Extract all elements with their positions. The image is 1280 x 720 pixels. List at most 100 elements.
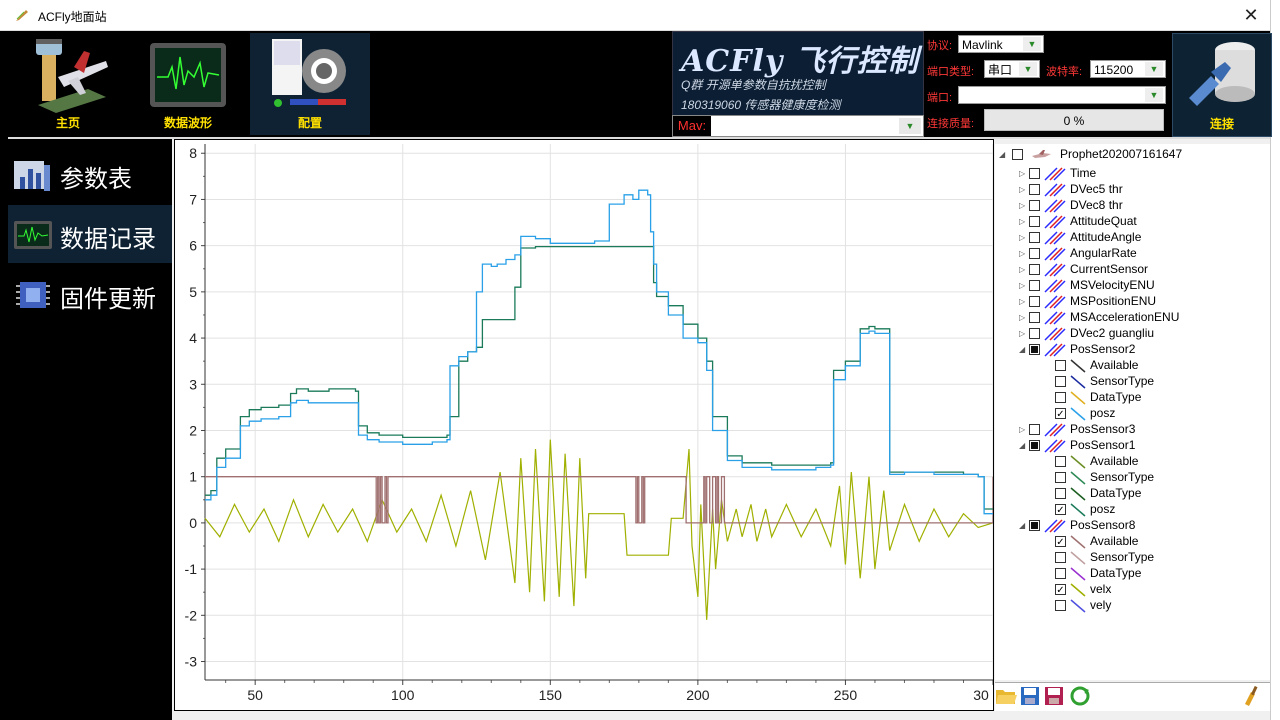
- close-button[interactable]: ✕: [1238, 3, 1264, 27]
- checkbox[interactable]: [1055, 488, 1066, 500]
- sidebar-item-datalog[interactable]: 数据记录: [8, 205, 172, 263]
- waveform-button[interactable]: 数据波形: [128, 33, 248, 135]
- tree-item[interactable]: ▷ DVec8 thr: [1019, 197, 1123, 213]
- expand-arrow-icon[interactable]: ▷: [1019, 198, 1029, 214]
- expand-arrow-icon[interactable]: ▷: [1019, 246, 1029, 262]
- checkbox[interactable]: [1055, 552, 1066, 564]
- chevron-down-icon[interactable]: ▼: [1023, 37, 1041, 51]
- port-select[interactable]: ▼: [958, 86, 1166, 104]
- tree-item[interactable]: Available: [1039, 357, 1138, 373]
- expand-arrow-icon[interactable]: ▷: [1019, 262, 1029, 278]
- tree-item[interactable]: DataType: [1039, 565, 1141, 581]
- refresh-icon[interactable]: [1069, 686, 1091, 706]
- tree-item[interactable]: ▷ PosSensor3: [1019, 421, 1135, 437]
- tree-item[interactable]: SensorType: [1039, 549, 1154, 565]
- checkbox[interactable]: [1029, 184, 1040, 196]
- baud-select[interactable]: 115200 ▼: [1090, 60, 1166, 78]
- checkbox[interactable]: [1055, 376, 1066, 388]
- tree-item[interactable]: ▷ CurrentSensor: [1019, 261, 1148, 277]
- checkbox[interactable]: [1029, 200, 1040, 212]
- tree-item[interactable]: ✓ Available: [1039, 533, 1138, 549]
- tree-item[interactable]: ▷ AngularRate: [1019, 245, 1137, 261]
- tree-item[interactable]: ▷ DVec2 guangliu: [1019, 325, 1154, 341]
- collapse-arrow-icon[interactable]: ◢: [1019, 518, 1029, 534]
- collapse-arrow-icon[interactable]: ◢: [1019, 438, 1029, 454]
- tree-item[interactable]: vely: [1039, 597, 1111, 613]
- checkbox[interactable]: [1012, 149, 1024, 161]
- checkbox[interactable]: [1029, 280, 1040, 292]
- expand-arrow-icon[interactable]: ▷: [1019, 214, 1029, 230]
- checkbox[interactable]: ✓: [1055, 536, 1066, 548]
- expand-arrow-icon[interactable]: ▷: [1019, 422, 1029, 438]
- multi-line-icon: [1044, 343, 1066, 357]
- expand-arrow-icon[interactable]: ▷: [1019, 230, 1029, 246]
- checkbox[interactable]: [1029, 424, 1040, 436]
- connect-button[interactable]: 连接: [1172, 33, 1272, 137]
- tree-item[interactable]: ◢ PosSensor8: [1019, 517, 1135, 533]
- checkbox[interactable]: [1055, 392, 1066, 404]
- line-chart[interactable]: 8 7 6 5 4 3 2 1 0 -1 -2 -3 50 100 150 200 250 30: [175, 140, 993, 710]
- checkbox[interactable]: [1029, 328, 1040, 340]
- save-icon[interactable]: [1019, 686, 1041, 706]
- checkbox[interactable]: [1029, 264, 1040, 276]
- expand-arrow-icon[interactable]: ▷: [1019, 182, 1029, 198]
- checkbox[interactable]: [1029, 232, 1040, 244]
- tree-item[interactable]: ▷ MSVelocityENU: [1019, 277, 1155, 293]
- sidebar-item-firmware[interactable]: 固件更新: [8, 265, 172, 323]
- checkbox[interactable]: [1055, 360, 1066, 372]
- save-as-icon[interactable]: [1043, 686, 1065, 706]
- expand-arrow-icon[interactable]: ▷: [1019, 310, 1029, 326]
- checkbox[interactable]: [1029, 216, 1040, 228]
- checkbox[interactable]: [1029, 296, 1040, 308]
- expand-arrow-icon[interactable]: ▷: [1019, 166, 1029, 182]
- tree-item[interactable]: ✓ velx: [1039, 581, 1111, 597]
- open-folder-icon[interactable]: [995, 686, 1017, 706]
- chevron-down-icon[interactable]: ▼: [1145, 88, 1163, 102]
- checkbox[interactable]: [1055, 456, 1066, 468]
- sidebar-item-params[interactable]: 参数表: [8, 145, 172, 203]
- checkbox[interactable]: ✓: [1055, 584, 1066, 596]
- tree-root[interactable]: ◢ Prophet202007161647: [999, 146, 1182, 162]
- tree-item[interactable]: SensorType: [1039, 469, 1154, 485]
- chevron-down-icon[interactable]: ▼: [1145, 62, 1163, 76]
- tree-item[interactable]: ▷ AttitudeQuat: [1019, 213, 1137, 229]
- clear-icon[interactable]: [1241, 686, 1263, 706]
- checkbox[interactable]: ✓: [1055, 408, 1066, 420]
- tree-item[interactable]: SensorType: [1039, 373, 1154, 389]
- tree-item[interactable]: ◢ PosSensor2: [1019, 341, 1135, 357]
- mav-select[interactable]: Mav: ▼: [672, 115, 924, 137]
- checkbox[interactable]: [1029, 520, 1040, 532]
- protocol-select[interactable]: Mavlink ▼: [958, 35, 1044, 53]
- expand-arrow-icon[interactable]: ▷: [1019, 278, 1029, 294]
- checkbox[interactable]: [1029, 248, 1040, 260]
- expand-arrow-icon[interactable]: ▷: [1019, 326, 1029, 342]
- tree-item[interactable]: ▷ AttitudeAngle: [1019, 229, 1141, 245]
- checkbox[interactable]: [1029, 344, 1040, 356]
- collapse-arrow-icon[interactable]: ◢: [1019, 342, 1029, 358]
- tree-item[interactable]: DataType: [1039, 389, 1141, 405]
- tree-item[interactable]: ▷ DVec5 thr: [1019, 181, 1123, 197]
- checkbox[interactable]: [1029, 168, 1040, 180]
- tree-item[interactable]: ▷ MSAccelerationENU: [1019, 309, 1179, 325]
- tree-item[interactable]: ✓ posz: [1039, 501, 1115, 517]
- home-button[interactable]: 主页: [8, 33, 128, 135]
- chevron-down-icon[interactable]: ▼: [899, 118, 921, 134]
- tree-item[interactable]: ▷ MSPositionENU: [1019, 293, 1156, 309]
- config-button[interactable]: 配置: [250, 33, 370, 135]
- checkbox[interactable]: [1055, 568, 1066, 580]
- tree-item[interactable]: ▷ Time: [1019, 165, 1096, 181]
- checkbox[interactable]: ✓: [1055, 504, 1066, 516]
- tree-item[interactable]: Available: [1039, 453, 1138, 469]
- checkbox[interactable]: [1029, 312, 1040, 324]
- collapse-arrow-icon[interactable]: ◢: [999, 147, 1009, 163]
- tree-item[interactable]: ◢ PosSensor1: [1019, 437, 1135, 453]
- tree-item[interactable]: ✓ posz: [1039, 405, 1115, 421]
- chart-area[interactable]: 8 7 6 5 4 3 2 1 0 -1 -2 -3 50 100 150 200 250 30: [174, 139, 994, 711]
- port-type-select[interactable]: 串口 ▼: [984, 60, 1040, 78]
- chevron-down-icon[interactable]: ▼: [1019, 62, 1037, 76]
- checkbox[interactable]: [1055, 600, 1066, 612]
- expand-arrow-icon[interactable]: ▷: [1019, 294, 1029, 310]
- checkbox[interactable]: [1055, 472, 1066, 484]
- tree-item[interactable]: DataType: [1039, 485, 1141, 501]
- checkbox[interactable]: [1029, 440, 1040, 452]
